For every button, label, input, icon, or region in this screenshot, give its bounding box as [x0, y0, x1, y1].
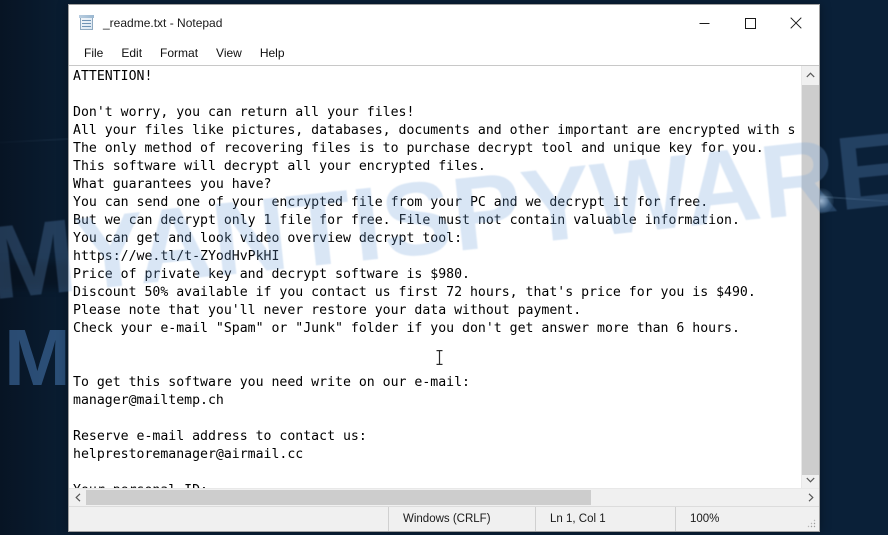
maximize-button[interactable] [727, 5, 773, 41]
chevron-right-icon [808, 493, 814, 502]
resize-grip-icon [807, 519, 816, 528]
document-line: https://we.tl/t-ZYodHvPkHI [73, 249, 280, 264]
document-line: Price of private key and decrypt softwar… [73, 267, 470, 282]
status-bar-spacer [69, 507, 388, 531]
horizontal-scrollbar[interactable] [69, 488, 819, 506]
document-line: Reserve e-mail address to contact us: [73, 429, 367, 444]
document-line: But we can decrypt only 1 file for free.… [73, 213, 740, 228]
status-line-ending: Windows (CRLF) [388, 507, 535, 531]
document-line: What guarantees you have? [73, 177, 272, 192]
menu-item-help[interactable]: Help [251, 43, 294, 63]
menu-item-format[interactable]: Format [151, 43, 207, 63]
status-zoom-level: 100% [675, 507, 800, 531]
menu-item-view[interactable]: View [207, 43, 251, 63]
document-line: You can send one of your encrypted file … [73, 195, 709, 210]
document-line: Check your e-mail "Spam" or "Junk" folde… [73, 321, 740, 336]
document-line: Don't worry, you can return all your fil… [73, 105, 415, 120]
desktop-watermark-letter: M [4, 313, 71, 402]
chevron-up-icon [806, 71, 815, 77]
document-line: ATTENTION! [73, 69, 153, 84]
menu-item-file[interactable]: File [75, 43, 112, 63]
scroll-up-button[interactable] [802, 66, 819, 83]
close-icon [790, 17, 802, 29]
document-line: This software will decrypt all your encr… [73, 159, 486, 174]
document-text: ATTENTION! Don't worry, you can return al… [69, 66, 801, 488]
horizontal-scrollbar-thumb[interactable] [86, 490, 591, 505]
resize-grip[interactable] [800, 507, 819, 531]
document-line: Your personal ID: [73, 482, 801, 488]
window-titlebar[interactable]: _readme.txt - Notepad [69, 5, 819, 41]
close-button[interactable] [773, 5, 819, 41]
maximize-icon [744, 17, 756, 29]
chevron-left-icon [74, 493, 80, 502]
document-line: The only method of recovering files is t… [73, 141, 764, 156]
document-line: Discount 50% available if you contact us… [73, 285, 756, 300]
scroll-right-button[interactable] [802, 489, 819, 506]
document-line: To get this software you need write on o… [73, 375, 470, 390]
editor-region: ATTENTION! Don't worry, you can return al… [69, 65, 819, 488]
vertical-scrollbar[interactable] [801, 66, 819, 488]
window-title: _readme.txt - Notepad [103, 16, 223, 30]
chevron-down-icon [806, 477, 815, 483]
text-editor[interactable]: ATTENTION! Don't worry, you can return al… [69, 66, 801, 488]
document-line: manager@mailtemp.ch [73, 393, 224, 408]
document-line: Please note that you'll never restore yo… [73, 303, 582, 318]
notepad-window: _readme.txt - Notepad File Edit Format V… [68, 4, 820, 532]
minimize-button[interactable] [681, 5, 727, 41]
menu-bar: File Edit Format View Help [69, 41, 819, 65]
document-line: All your files like pictures, databases,… [73, 123, 796, 138]
text-cursor-icon [435, 349, 444, 371]
window-controls [681, 5, 819, 41]
notepad-icon [79, 15, 95, 31]
minimize-icon [699, 22, 709, 24]
menu-item-edit[interactable]: Edit [112, 43, 151, 63]
status-bar: Windows (CRLF) Ln 1, Col 1 100% [69, 506, 819, 531]
vertical-scrollbar-thumb[interactable] [802, 85, 819, 475]
status-cursor-position: Ln 1, Col 1 [535, 507, 675, 531]
document-line: You can get and look video overview decr… [73, 231, 463, 246]
scroll-left-button[interactable] [69, 489, 86, 506]
document-line: helprestoremanager@airmail.cc [73, 447, 304, 462]
